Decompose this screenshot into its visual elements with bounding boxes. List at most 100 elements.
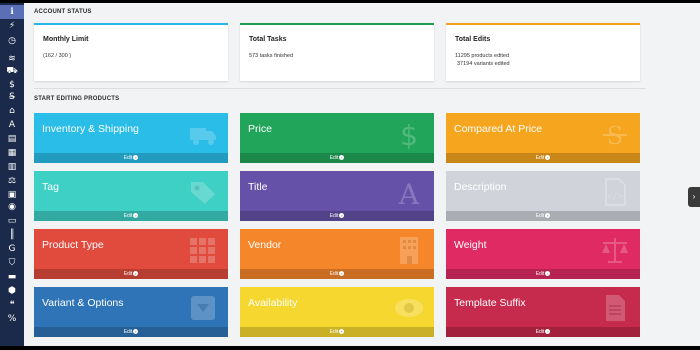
edit-link[interactable]: Edit › (34, 211, 228, 221)
arrow-right-icon: › (339, 213, 345, 219)
card-value: 11295 products edited 37194 variants edi… (455, 52, 510, 68)
balance-icon (600, 235, 630, 265)
arrow-right-icon: › (339, 271, 345, 277)
dollar-icon[interactable]: $ (0, 79, 24, 91)
edit-link[interactable]: Edit › (34, 153, 228, 163)
building-icon (394, 235, 424, 265)
dollar-icon: $ (394, 119, 424, 152)
edit-link[interactable]: Edit › (34, 269, 228, 279)
card-line: 573 tasks finished (249, 53, 294, 59)
tile-price[interactable]: Price $ Edit › (240, 113, 434, 163)
document-icon[interactable]: ▭ (0, 215, 24, 227)
strikethrough-icon[interactable]: S̶ (0, 91, 24, 103)
tile-variant-options[interactable]: Variant & Options Edit › (34, 287, 228, 337)
cubes-icon[interactable]: ⬢ (0, 285, 24, 297)
tile-inventory-shipping[interactable]: Inventory & Shipping Edit › (34, 113, 228, 163)
edit-label: Edit (329, 329, 339, 335)
edit-label: Edit (329, 155, 339, 161)
info-icon[interactable]: ℹ (0, 5, 24, 19)
edit-link[interactable]: Edit › (34, 327, 228, 337)
svg-text:A: A (398, 178, 420, 207)
edit-link[interactable]: Edit › (446, 269, 640, 279)
start-editing-heading: START EDITING PRODUCTS (34, 96, 120, 102)
tag-icon (188, 177, 218, 207)
tile-label: Inventory & Shipping (42, 123, 139, 135)
edit-label: Edit (329, 271, 339, 277)
edit-label: Edit (535, 213, 545, 219)
edit-label: Edit (123, 329, 133, 335)
clock-icon[interactable]: ◷ (0, 35, 24, 47)
box-icon[interactable]: ▣ (0, 189, 24, 201)
tile-availability[interactable]: Availability Edit › (240, 287, 434, 337)
edit-link[interactable]: Edit › (240, 269, 434, 279)
tile-title[interactable]: Title A Edit › (240, 171, 434, 221)
tile-label: Template Suffix (454, 297, 526, 309)
document-icon (600, 293, 630, 323)
code-file-icon: </> (600, 177, 630, 207)
card-line: 11295 products edited (455, 53, 510, 59)
truck-icon (188, 119, 218, 149)
tile-label: Vendor (248, 239, 282, 251)
barcode-icon[interactable]: ▥ (0, 161, 24, 173)
edit-label: Edit (123, 155, 133, 161)
shipping-icon[interactable]: ▬ (0, 271, 24, 283)
tile-vendor[interactable]: Vendor Edit › (240, 229, 434, 279)
card-title: Monthly Limit (43, 36, 89, 43)
google-icon[interactable]: G (0, 243, 24, 255)
tile-label: Variant & Options (42, 297, 124, 309)
arrow-right-icon: › (133, 213, 139, 219)
balance-icon[interactable]: ⚖ (0, 175, 24, 187)
edit-link[interactable]: Edit › (446, 211, 640, 221)
edit-label: Edit (535, 271, 545, 277)
file-icon[interactable]: ▤ (0, 133, 24, 145)
arrow-right-icon: › (339, 155, 345, 161)
arrow-right-icon: › (545, 155, 551, 161)
sidebar: ℹ ⚡ ◷ ≋ ⛟ $ S̶ ⌂ A ▤ ▦ ▥ ⚖ ▣ ◉ ▭ ║ G ⛉ ▬ ⬢ ❝% (0, 3, 24, 346)
tile-label: Compared At Price (454, 123, 543, 135)
edit-link[interactable]: Edit › (240, 327, 434, 337)
tile-product-type[interactable]: Product Type Edit › (34, 229, 228, 279)
bolt-icon[interactable]: ⚡ (0, 20, 24, 32)
edit-link[interactable]: Edit › (240, 211, 434, 221)
arrow-right-icon: › (133, 155, 139, 161)
cart-icon[interactable]: ⛉ (0, 257, 24, 269)
eye-icon[interactable]: ◉ (0, 201, 24, 213)
edit-label: Edit (535, 155, 545, 161)
account-status-heading: ACCOUNT STATUS (34, 9, 92, 15)
total-edits-card: Total Edits 11295 products edited 37194 … (446, 23, 640, 81)
tile-label: Price (248, 123, 272, 135)
card-line: 37194 variants edited (457, 61, 510, 67)
tile-tag[interactable]: Tag Edit › (34, 171, 228, 221)
edit-link[interactable]: Edit › (446, 153, 640, 163)
font-icon[interactable]: A (0, 119, 24, 131)
tag-icon[interactable]: ⌂ (0, 105, 24, 117)
arrow-right-icon: › (545, 329, 551, 335)
total-tasks-card: Total Tasks 573 tasks finished (240, 23, 434, 81)
edit-link[interactable]: Edit › (240, 153, 434, 163)
font-icon: A (394, 177, 424, 211)
percent-icon[interactable]: % (0, 313, 24, 325)
tile-label: Title (248, 181, 268, 193)
divider (34, 88, 646, 89)
svg-text:$: $ (400, 119, 418, 149)
box-icon (188, 293, 218, 323)
monthly-limit-card: Monthly Limit (162 / 300 ) (34, 23, 228, 81)
quote-icon[interactable]: ❝ (0, 299, 24, 311)
truck-icon[interactable]: ⛟ (0, 65, 24, 77)
tile-label: Weight (454, 239, 487, 251)
tile-label: Availability (248, 297, 298, 309)
side-panel-toggle[interactable]: › (688, 187, 700, 207)
card-title: Total Tasks (249, 36, 287, 43)
svg-text:</>: </> (607, 192, 624, 202)
tile-weight[interactable]: Weight Edit › (446, 229, 640, 279)
barcode2-icon[interactable]: ║ (0, 229, 24, 241)
arrow-right-icon: › (133, 329, 139, 335)
app-frame: ℹ ⚡ ◷ ≋ ⛟ $ S̶ ⌂ A ▤ ▦ ▥ ⚖ ▣ ◉ ▭ ║ G ⛉ ▬ ⬢ ❝% ACCOUNT STATUS … (0, 3, 700, 346)
edit-link[interactable]: Edit › (446, 327, 640, 337)
grid-icon[interactable]: ▦ (0, 147, 24, 159)
tile-description[interactable]: Description </> Edit › (446, 171, 640, 221)
edit-label: Edit (535, 329, 545, 335)
tile-compared-at-price[interactable]: Compared At Price S Edit › (446, 113, 640, 163)
tile-template-suffix[interactable]: Template Suffix Edit › (446, 287, 640, 337)
layers-icon[interactable]: ≋ (0, 53, 24, 65)
